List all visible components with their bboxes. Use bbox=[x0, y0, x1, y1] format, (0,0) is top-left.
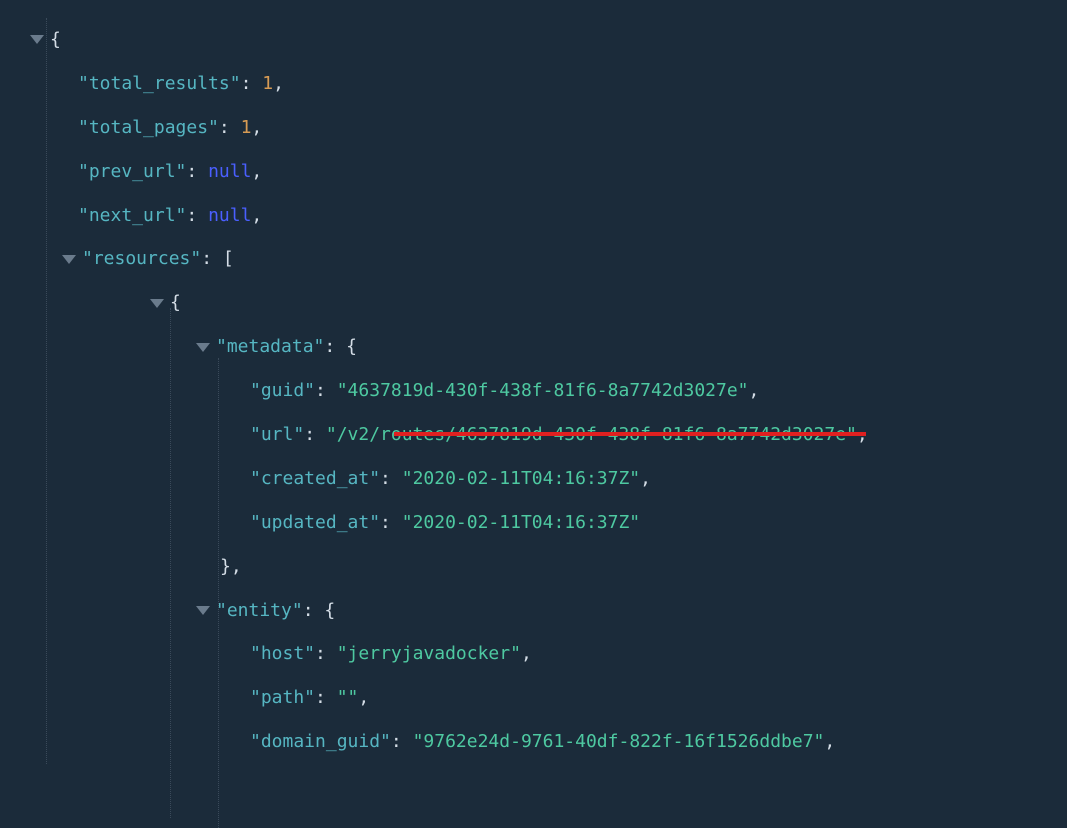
comma: , bbox=[824, 728, 835, 756]
json-key: "resources" bbox=[82, 245, 201, 273]
json-pair-host[interactable]: "host": "jerryjavadocker", bbox=[12, 632, 1055, 676]
json-key: "host" bbox=[250, 640, 315, 668]
json-pair-entity[interactable]: "entity": { bbox=[12, 589, 1055, 633]
chevron-down-icon[interactable] bbox=[196, 343, 210, 352]
colon: : bbox=[391, 728, 413, 756]
colon: : bbox=[324, 333, 346, 361]
chevron-down-icon[interactable] bbox=[150, 299, 164, 308]
brace-close: } bbox=[220, 553, 231, 581]
colon: : bbox=[303, 597, 325, 625]
json-pair-domain-guid[interactable]: "domain_guid": "9762e24d-9761-40df-822f-… bbox=[12, 720, 1055, 764]
brace-open: { bbox=[324, 597, 335, 625]
json-pair-guid[interactable]: "guid": "4637819d-430f-438f-81f6-8a7742d… bbox=[12, 369, 1055, 413]
json-pair-prev-url[interactable]: "prev_url": null, bbox=[12, 150, 1055, 194]
comma: , bbox=[251, 114, 262, 142]
json-value-string: "2020-02-11T04:16:37Z" bbox=[402, 465, 640, 493]
json-pair-created-at[interactable]: "created_at": "2020-02-11T04:16:37Z", bbox=[12, 457, 1055, 501]
colon: : bbox=[186, 158, 208, 186]
comma: , bbox=[251, 202, 262, 230]
json-value-number: 1 bbox=[241, 114, 252, 142]
json-pair-metadata[interactable]: "metadata": { bbox=[12, 325, 1055, 369]
json-key: "path" bbox=[250, 684, 315, 712]
json-key: "domain_guid" bbox=[250, 728, 391, 756]
json-pair-updated-at[interactable]: "updated_at": "2020-02-11T04:16:37Z" bbox=[12, 501, 1055, 545]
json-value-null: null bbox=[208, 158, 251, 186]
json-value-string: "4637819d-430f-438f-81f6-8a7742d3027e" bbox=[337, 377, 749, 405]
comma: , bbox=[231, 553, 242, 581]
json-root-open[interactable]: { bbox=[12, 18, 1055, 62]
json-value-string: "2020-02-11T04:16:37Z" bbox=[402, 509, 640, 537]
colon: : bbox=[380, 509, 402, 537]
json-key: "total_pages" bbox=[78, 114, 219, 142]
json-key: "entity" bbox=[216, 597, 303, 625]
json-key: "updated_at" bbox=[250, 509, 380, 537]
comma: , bbox=[273, 70, 284, 98]
brace-open: { bbox=[170, 289, 181, 317]
colon: : bbox=[315, 684, 337, 712]
colon: : bbox=[219, 114, 241, 142]
json-value-null: null bbox=[208, 202, 251, 230]
comma: , bbox=[521, 640, 532, 668]
colon: : bbox=[201, 245, 223, 273]
json-key: "guid" bbox=[250, 377, 315, 405]
json-key: "created_at" bbox=[250, 465, 380, 493]
json-value-string: "" bbox=[337, 684, 359, 712]
brace-open: { bbox=[50, 26, 61, 54]
json-value-string: "jerryjavadocker" bbox=[337, 640, 521, 668]
json-key: "total_results" bbox=[78, 70, 241, 98]
chevron-down-icon[interactable] bbox=[196, 606, 210, 615]
comma: , bbox=[251, 158, 262, 186]
json-pair-next-url[interactable]: "next_url": null, bbox=[12, 194, 1055, 238]
highlight-underline bbox=[394, 432, 866, 436]
colon: : bbox=[315, 377, 337, 405]
json-pair-total-results[interactable]: "total_results": 1, bbox=[12, 62, 1055, 106]
json-key: "url" bbox=[250, 421, 304, 449]
brace-open: { bbox=[346, 333, 357, 361]
json-pair-path[interactable]: "path": "", bbox=[12, 676, 1055, 720]
comma: , bbox=[640, 465, 651, 493]
colon: : bbox=[315, 640, 337, 668]
json-value-string: "9762e24d-9761-40df-822f-16f1526ddbe7" bbox=[413, 728, 825, 756]
json-pair-resources[interactable]: "resources": [ bbox=[12, 237, 1055, 281]
colon: : bbox=[304, 421, 326, 449]
colon: : bbox=[241, 70, 263, 98]
json-viewer: { "total_results": 1, "total_pages": 1, … bbox=[12, 18, 1055, 764]
json-array-item-open[interactable]: { bbox=[12, 281, 1055, 325]
comma: , bbox=[358, 684, 369, 712]
chevron-down-icon[interactable] bbox=[30, 35, 44, 44]
chevron-down-icon[interactable] bbox=[62, 255, 76, 264]
json-key: "metadata" bbox=[216, 333, 324, 361]
colon: : bbox=[186, 202, 208, 230]
json-metadata-close: }, bbox=[12, 545, 1055, 589]
colon: : bbox=[380, 465, 402, 493]
json-pair-total-pages[interactable]: "total_pages": 1, bbox=[12, 106, 1055, 150]
json-key: "next_url" bbox=[78, 202, 186, 230]
comma: , bbox=[749, 377, 760, 405]
json-value-number: 1 bbox=[262, 70, 273, 98]
bracket-open: [ bbox=[223, 245, 234, 273]
json-key: "prev_url" bbox=[78, 158, 186, 186]
